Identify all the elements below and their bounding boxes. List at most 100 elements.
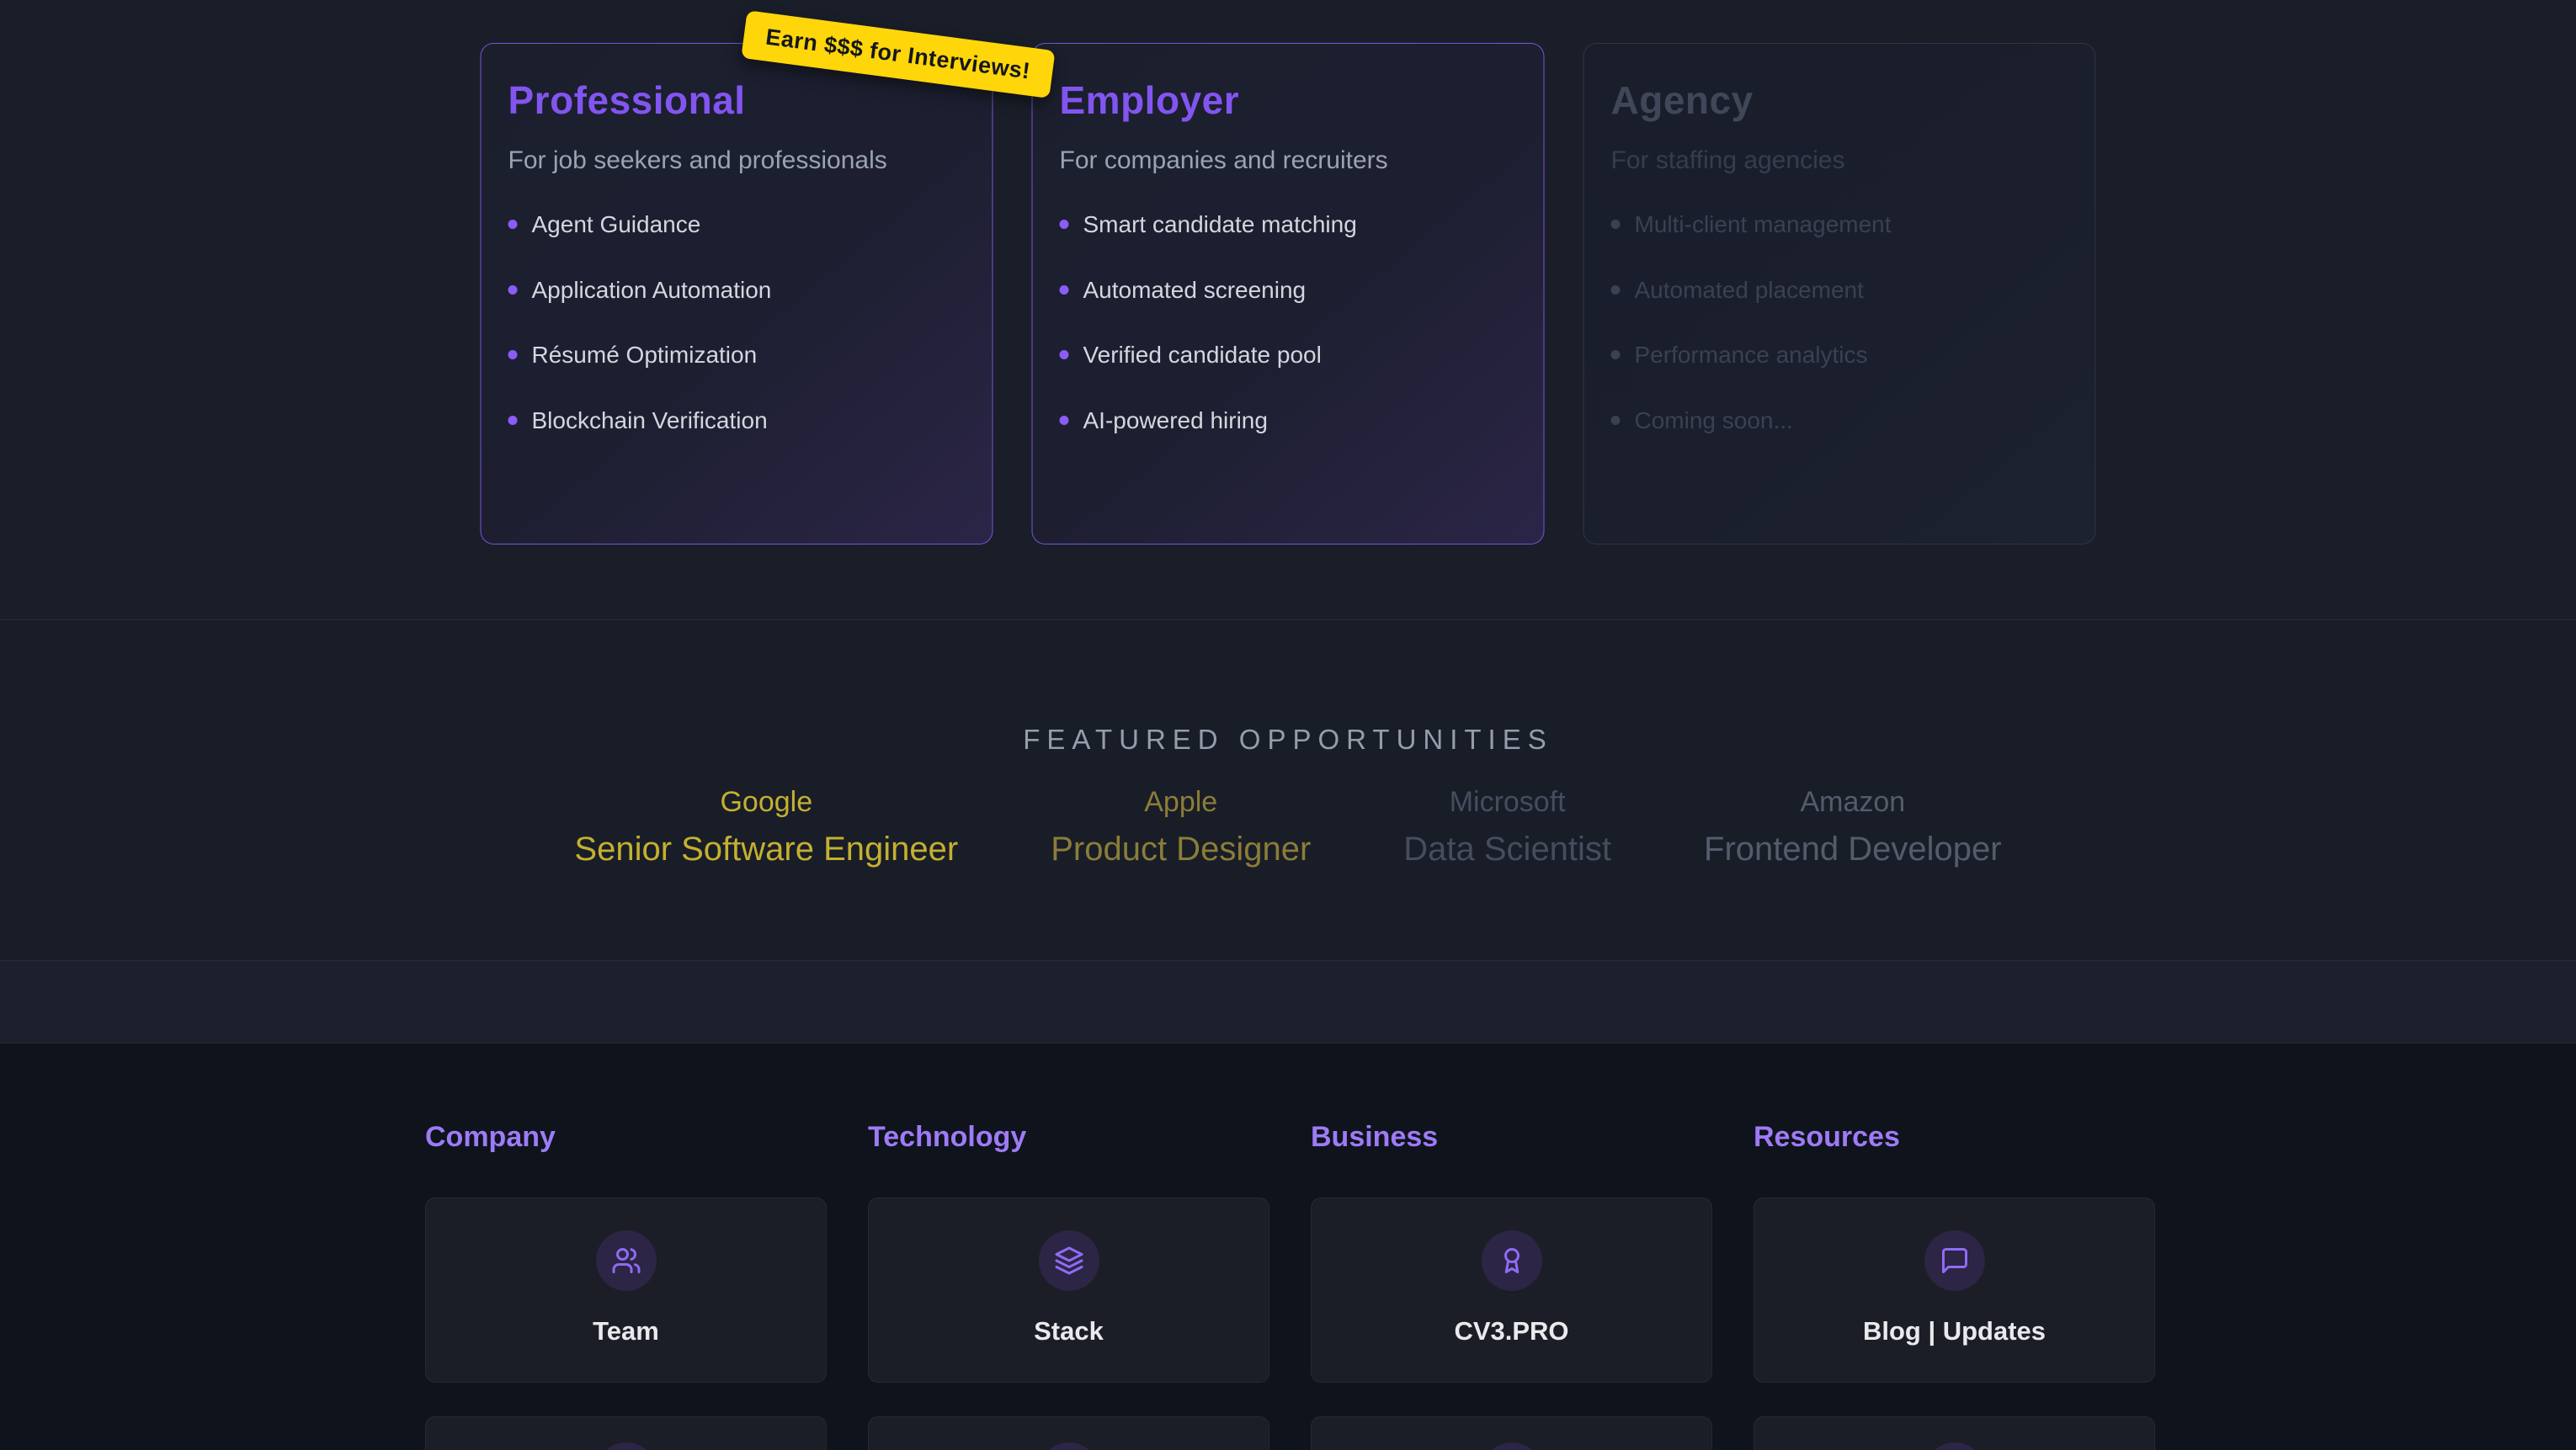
plan-feature-label: Agent Guidance	[532, 210, 701, 239]
icon-circle	[1039, 1230, 1099, 1291]
bullet-dot-icon	[1060, 285, 1069, 295]
footer-column-heading: Resources	[1754, 1121, 2155, 1154]
plan-subtitle: For staffing agencies	[1611, 146, 2068, 175]
plan-title: Employer	[1060, 77, 1517, 123]
icon-circle	[596, 1230, 657, 1291]
page: Earn $$$ for Interviews! Professional Fo…	[0, 0, 2576, 1450]
plan-feature-label: Application Automation	[532, 276, 772, 305]
plan-subtitle: For job seekers and professionals	[508, 146, 966, 175]
plan-feature: Multi-client management	[1611, 210, 2068, 239]
plan-feature-label: Smart candidate matching	[1083, 210, 1357, 239]
featured-jobs-row: Google Senior Software Engineer Apple Pr…	[0, 786, 2576, 868]
plan-feature-list: Agent Guidance Application Automation Ré…	[508, 210, 966, 434]
footer-link-label: CV3.PRO	[1454, 1316, 1568, 1346]
bullet-dot-icon	[508, 416, 518, 425]
footer-link-clipped[interactable]	[868, 1416, 1269, 1450]
featured-job-apple[interactable]: Apple Product Designer	[1051, 786, 1311, 868]
job-title: Frontend Developer	[1704, 831, 2002, 868]
footer-column-company: Company Team	[425, 1121, 827, 1450]
bullet-dot-icon	[1060, 416, 1069, 425]
plan-card-row: Professional For job seekers and profess…	[481, 43, 2096, 544]
bullet-dot-icon	[1611, 350, 1621, 359]
job-company: Google	[574, 786, 958, 819]
plan-card-agency: Agency For staffing agencies Multi-clien…	[1583, 43, 2096, 544]
footer: Company Team Technology	[0, 1044, 2576, 1450]
plans-section: Earn $$$ for Interviews! Professional Fo…	[0, 0, 2576, 620]
plan-feature-label: AI-powered hiring	[1083, 406, 1268, 435]
job-title: Data Scientist	[1403, 831, 1611, 868]
footer-grid: Company Team Technology	[425, 1121, 2576, 1450]
bullet-dot-icon	[1060, 220, 1069, 229]
plan-feature-list: Multi-client management Automated placem…	[1611, 210, 2068, 434]
job-company: Apple	[1051, 786, 1311, 819]
job-title: Senior Software Engineer	[574, 831, 958, 868]
plan-feature-label: Blockchain Verification	[532, 406, 768, 435]
icon-circle	[1482, 1230, 1542, 1291]
footer-link-clipped[interactable]	[1754, 1416, 2155, 1450]
bullet-dot-icon	[1611, 220, 1621, 229]
footer-link-label: Team	[593, 1316, 659, 1346]
plan-feature-label: Multi-client management	[1635, 210, 1892, 239]
footer-link-clipped[interactable]	[425, 1416, 827, 1450]
plan-feature: Smart candidate matching	[1060, 210, 1517, 239]
plan-feature-label: Résumé Optimization	[532, 341, 758, 369]
plan-feature: Agent Guidance	[508, 210, 966, 239]
plan-feature: Blockchain Verification	[508, 406, 966, 435]
job-title: Product Designer	[1051, 831, 1311, 868]
award-icon	[1497, 1246, 1527, 1276]
layers-icon	[1054, 1246, 1084, 1276]
footer-link-team[interactable]: Team	[425, 1198, 827, 1383]
footer-column-resources: Resources Blog | Updates	[1754, 1121, 2155, 1450]
plan-feature: Coming soon...	[1611, 406, 2068, 435]
bullet-dot-icon	[508, 220, 518, 229]
plan-feature: Verified candidate pool	[1060, 341, 1517, 369]
featured-job-microsoft[interactable]: Microsoft Data Scientist	[1403, 786, 1611, 868]
plan-feature: Automated placement	[1611, 276, 2068, 305]
icon-circle	[1924, 1442, 1985, 1450]
plan-feature-label: Automated placement	[1635, 276, 1864, 305]
plan-feature: Application Automation	[508, 276, 966, 305]
featured-opportunities-section: FEATURED OPPORTUNITIES Google Senior Sof…	[0, 620, 2576, 961]
featured-job-google[interactable]: Google Senior Software Engineer	[574, 786, 958, 868]
footer-link-label: Blog | Updates	[1863, 1316, 2046, 1346]
footer-link-blog[interactable]: Blog | Updates	[1754, 1198, 2155, 1383]
footer-link-stack[interactable]: Stack	[868, 1198, 1269, 1383]
footer-column-heading: Technology	[868, 1121, 1269, 1154]
plan-feature: Performance analytics	[1611, 341, 2068, 369]
spacer-strip	[0, 961, 2576, 1044]
footer-column-technology: Technology Stack	[868, 1121, 1269, 1450]
footer-link-cv3pro[interactable]: CV3.PRO	[1311, 1198, 1712, 1383]
bullet-dot-icon	[508, 350, 518, 359]
footer-link-clipped[interactable]	[1311, 1416, 1712, 1450]
plan-feature-list: Smart candidate matching Automated scree…	[1060, 210, 1517, 434]
footer-column-business: Business CV3.PRO	[1311, 1121, 1712, 1450]
icon-circle	[1924, 1230, 1985, 1291]
plan-title: Agency	[1611, 77, 2068, 123]
users-icon	[611, 1246, 641, 1276]
plan-feature: Résumé Optimization	[508, 341, 966, 369]
icon-circle	[596, 1442, 657, 1450]
footer-column-heading: Business	[1311, 1121, 1712, 1154]
footer-column-heading: Company	[425, 1121, 827, 1154]
plan-card-employer[interactable]: Employer For companies and recruiters Sm…	[1032, 43, 1545, 544]
plan-feature: AI-powered hiring	[1060, 406, 1517, 435]
bullet-dot-icon	[508, 285, 518, 295]
footer-link-label: Stack	[1034, 1316, 1104, 1346]
plan-card-professional[interactable]: Professional For job seekers and profess…	[481, 43, 993, 544]
featured-job-amazon[interactable]: Amazon Frontend Developer	[1704, 786, 2002, 868]
message-bubble-icon	[1940, 1246, 1970, 1276]
featured-heading: FEATURED OPPORTUNITIES	[0, 620, 2576, 756]
plan-feature-label: Verified candidate pool	[1083, 341, 1322, 369]
plan-feature-label: Performance analytics	[1635, 341, 1868, 369]
icon-circle	[1482, 1442, 1542, 1450]
icon-circle	[1039, 1442, 1099, 1450]
bullet-dot-icon	[1611, 285, 1621, 295]
bullet-dot-icon	[1060, 350, 1069, 359]
job-company: Amazon	[1704, 786, 2002, 819]
plan-title: Professional	[508, 77, 966, 123]
plan-subtitle: For companies and recruiters	[1060, 146, 1517, 175]
job-company: Microsoft	[1403, 786, 1611, 819]
plan-feature-label: Coming soon...	[1635, 406, 1793, 435]
plan-feature-label: Automated screening	[1083, 276, 1307, 305]
bullet-dot-icon	[1611, 416, 1621, 425]
